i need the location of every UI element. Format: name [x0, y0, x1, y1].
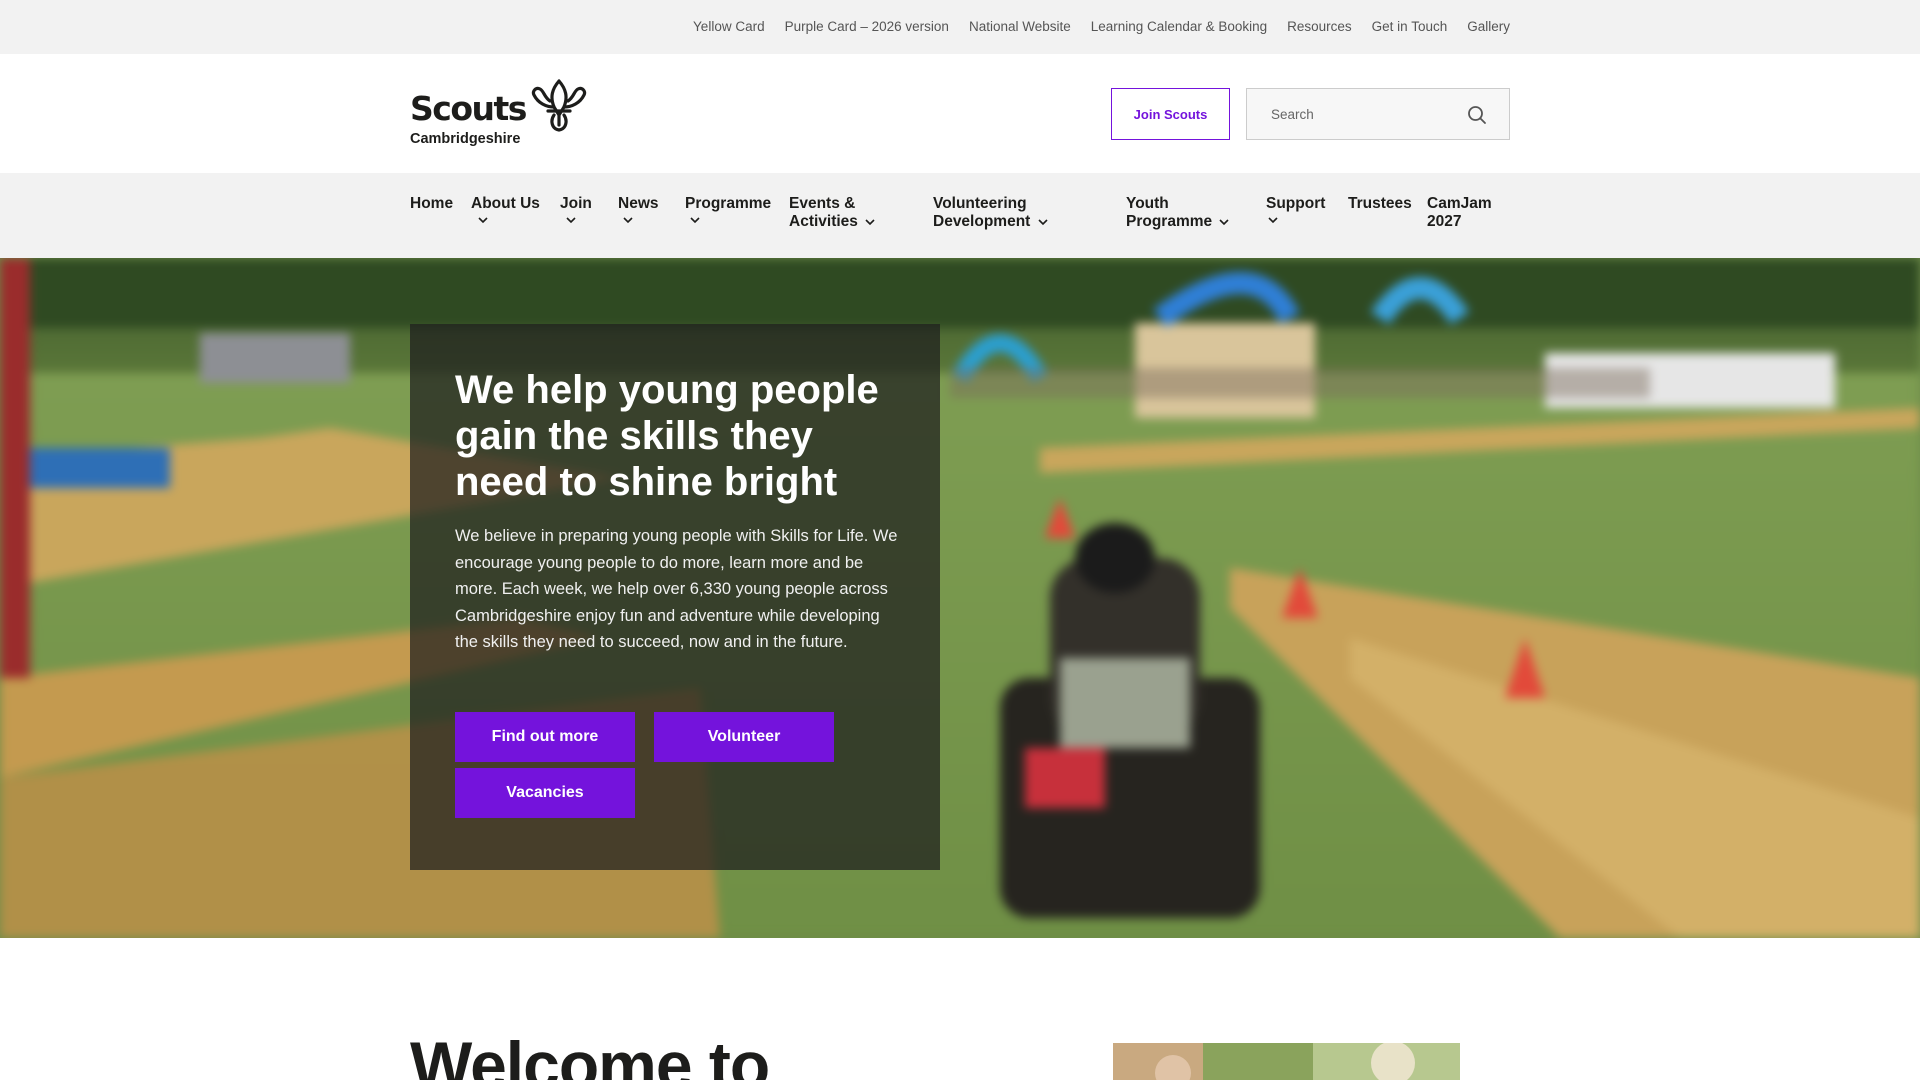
utility-link-gallery[interactable]: Gallery — [1467, 19, 1510, 34]
chevron-down-icon — [865, 219, 875, 226]
nav-item-events-activities[interactable]: Events & Activities — [789, 195, 876, 231]
chevron-down-icon — [566, 217, 576, 224]
nav-item-label: Support — [1266, 195, 1326, 212]
welcome-photo — [1113, 1043, 1460, 1080]
utility-link-get-in-touch[interactable]: Get in Touch — [1372, 19, 1448, 34]
chevron-down-icon — [1038, 219, 1048, 226]
nav-item-label: About Us — [471, 195, 540, 212]
hero-banner: We help young people gain the skills the… — [0, 258, 1920, 938]
utility-link-learning-calendar[interactable]: Learning Calendar & Booking — [1091, 19, 1267, 34]
nav-item-label: Join — [560, 195, 592, 212]
find-out-more-button[interactable]: Find out more — [455, 712, 635, 762]
hero-title: We help young people gain the skills the… — [455, 368, 879, 504]
chevron-down-icon — [690, 217, 700, 224]
search-icon[interactable] — [1467, 105, 1487, 125]
search-input[interactable] — [1247, 89, 1467, 139]
fleur-de-lis-icon — [531, 79, 587, 132]
utility-link-resources[interactable]: Resources — [1287, 19, 1352, 34]
nav-item-trustees[interactable]: Trustees — [1348, 195, 1412, 213]
site-logo[interactable]: Scouts Cambridgeshire — [410, 79, 600, 149]
logo-subtitle: Cambridgeshire — [410, 131, 521, 147]
nav-item-camjam-2027[interactable]: CamJam 2027 — [1427, 195, 1492, 231]
nav-item-label: News — [618, 195, 659, 212]
chevron-down-icon — [478, 217, 488, 224]
utility-bar: Yellow Card Purple Card – 2026 version N… — [0, 0, 1920, 54]
nav-item-home[interactable]: Home — [410, 195, 453, 213]
site-header: Scouts Cambridgeshire Join Scouts — [0, 54, 1920, 173]
nav-item-support[interactable]: Support — [1266, 195, 1325, 225]
nav-item-join[interactable]: Join — [560, 195, 592, 225]
nav-item-label-line2: Programme — [1126, 213, 1213, 230]
nav-item-label-line1: CamJam — [1427, 195, 1492, 212]
utility-links: Yellow Card Purple Card – 2026 version N… — [693, 0, 1510, 54]
hero-background-photo — [0, 258, 1920, 938]
vacancies-button[interactable]: Vacancies — [455, 768, 635, 818]
nav-item-label: Programme — [685, 195, 772, 212]
nav-item-label-line1: Volunteering — [933, 195, 1027, 212]
logo-wordmark: Scouts — [410, 89, 527, 128]
utility-link-yellow-card[interactable]: Yellow Card — [693, 19, 765, 34]
nav-item-programme[interactable]: Programme — [685, 195, 771, 225]
nav-item-label-line2: Development — [933, 213, 1031, 230]
join-scouts-button[interactable]: Join Scouts — [1111, 88, 1230, 140]
search-box — [1246, 88, 1510, 140]
nav-item-label: Trustees — [1348, 195, 1412, 212]
hero-description: We believe in preparing young people wit… — [455, 527, 898, 651]
nav-item-label-line2: Activities — [789, 213, 858, 230]
chevron-down-icon — [623, 217, 633, 224]
volunteer-button[interactable]: Volunteer — [654, 712, 834, 762]
nav-item-about-us[interactable]: About Us — [471, 195, 540, 225]
nav-item-volunteering-development[interactable]: Volunteering Development — [933, 195, 1049, 231]
chevron-down-icon — [1268, 217, 1278, 224]
utility-link-national-website[interactable]: National Website — [969, 19, 1071, 34]
main-navigation: Home About Us Join News Programme Events… — [0, 173, 1920, 258]
utility-link-purple-card[interactable]: Purple Card – 2026 version — [785, 19, 949, 34]
chevron-down-icon — [1219, 219, 1230, 226]
hero-card: We help young people gain the skills the… — [410, 324, 940, 870]
nav-item-label: Home — [410, 195, 454, 212]
welcome-heading: Welcome to — [410, 1028, 770, 1080]
nav-item-label-line2: 2027 — [1427, 213, 1462, 230]
nav-item-news[interactable]: News — [618, 195, 659, 225]
nav-item-youth-programme[interactable]: Youth Programme — [1126, 195, 1230, 231]
nav-item-label-line1: Events & — [789, 195, 856, 212]
nav-item-label-line1: Youth — [1126, 195, 1169, 212]
